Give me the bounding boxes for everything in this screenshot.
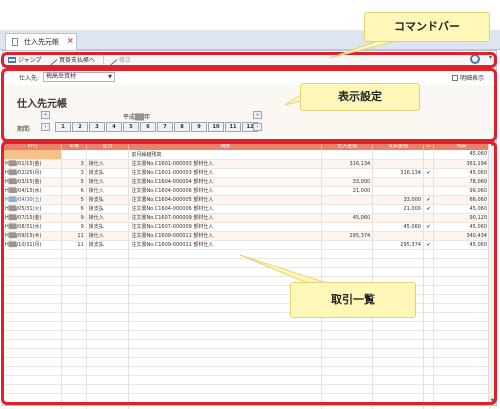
close-icon[interactable]: × xyxy=(67,36,74,45)
command-bar-callout: コマンドバー xyxy=(364,12,490,42)
tab-title: 仕入先元帳 xyxy=(24,38,59,46)
list-callout: 取引一覧 xyxy=(290,282,416,318)
tab-supplier-ledger[interactable]: 仕入先元帳 × xyxy=(5,33,77,50)
list-highlight xyxy=(1,141,497,405)
settings-highlight xyxy=(1,68,497,142)
command-bar-highlight xyxy=(1,52,497,68)
document-icon xyxy=(12,38,18,46)
settings-callout: 表示設定 xyxy=(300,83,420,111)
